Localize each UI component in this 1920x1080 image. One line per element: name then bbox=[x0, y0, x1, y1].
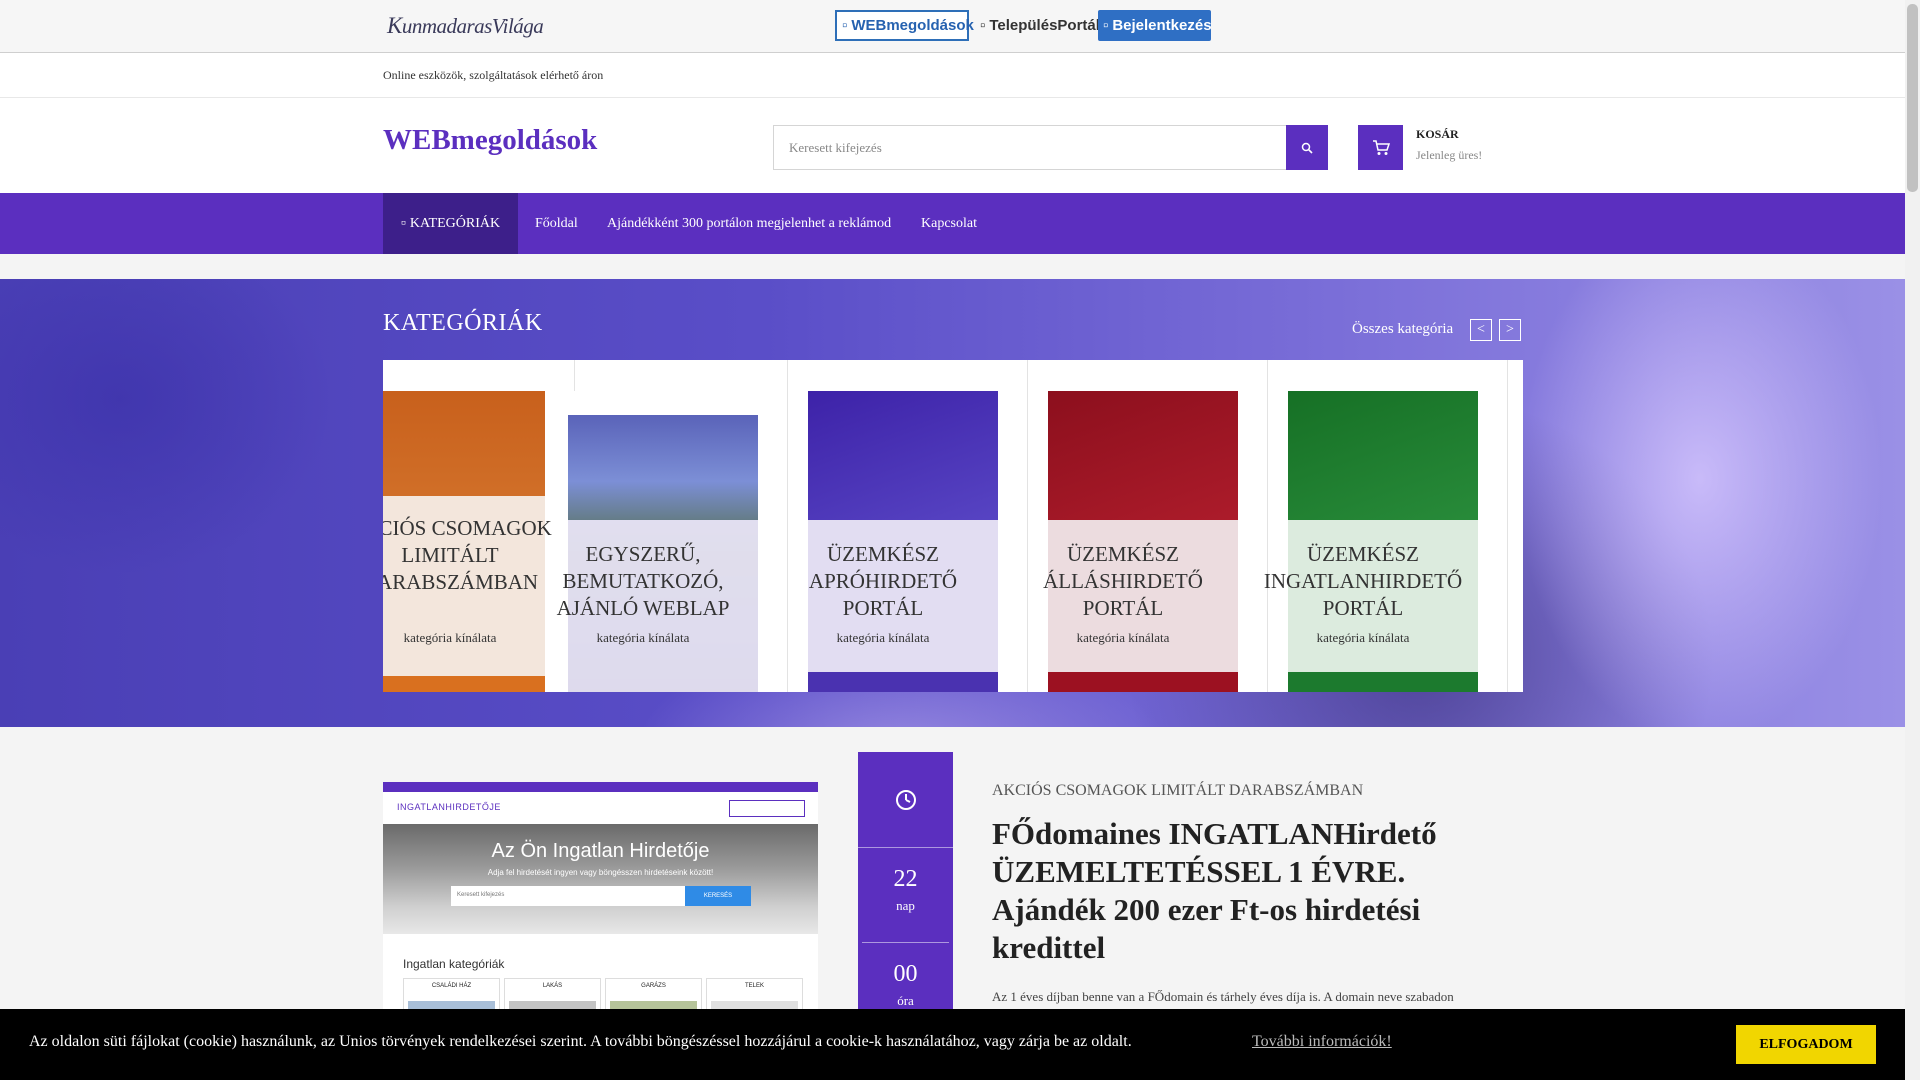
category-title: ÜZEMKÉSZ INGATLANHIRDETŐ PORTÁL bbox=[1263, 542, 1463, 620]
screenshot-hero-text: Az Ön Ingatlan Hirdetője bbox=[491, 840, 710, 862]
main-nav: ▫ KATEGÓRIÁK Főoldal Ajándékként 300 port… bbox=[0, 193, 1905, 254]
screenshot-header: INGATLANHIRDETŐJE bbox=[383, 792, 818, 825]
search-input[interactable] bbox=[773, 125, 1287, 170]
promo-category[interactable]: AKCIÓS CSOMAGOK LIMITÁLT DARABSZÁMBAN bbox=[992, 782, 1363, 800]
screenshot-category-label: GARÁZS bbox=[641, 983, 666, 989]
screenshot-search-placeholder: Keresett kifejezés bbox=[457, 892, 505, 898]
box-icon: ▫ bbox=[980, 17, 986, 34]
countdown-days-value: 22 bbox=[893, 866, 918, 892]
category-subtitle: kategória kínálata bbox=[596, 630, 690, 645]
carousel-prev-button[interactable]: < bbox=[1470, 319, 1492, 341]
nav-item-home[interactable]: Főoldal bbox=[535, 193, 578, 254]
login-label: Bejelentkezés bbox=[1112, 17, 1212, 34]
nav-item-gift-ads[interactable]: Ajándékként 300 portálon megjelenhet a r… bbox=[607, 193, 891, 254]
cart-status: Jelenleg üres! bbox=[1416, 148, 1483, 162]
screenshot-category-label: LAKÁS bbox=[542, 983, 563, 989]
cart-icon bbox=[1372, 139, 1390, 155]
search-form bbox=[773, 125, 1328, 170]
telepulesportal-label: TelepülésPortál bbox=[989, 17, 1100, 34]
screenshot-search: Keresett kifejezés KERESÉS bbox=[451, 886, 751, 906]
screenshot-cta bbox=[729, 800, 805, 817]
category-carousel: AKCIÓS CSOMAGOK LIMITÁLT DARABSZÁMBAN ka… bbox=[383, 360, 1523, 692]
login-button[interactable]: ▫ Bejelentkezés bbox=[1098, 10, 1212, 41]
nav-item-contact[interactable]: Kapcsolat bbox=[921, 193, 977, 254]
category-title: ÜZEMKÉSZ ÁLLÁSHIRDETŐ PORTÁL bbox=[1043, 542, 1203, 620]
category-card-ingatlanhirdeto[interactable]: ÜZEMKÉSZ INGATLANHIRDETŐ PORTÁL kategóri… bbox=[1264, 360, 1508, 692]
screenshot-hero-sub: Adja fel hirdetését ingyen vagy böngéssz… bbox=[487, 868, 714, 877]
site-logo[interactable]: WEBmegoldások bbox=[383, 124, 597, 157]
box-icon: ▫ bbox=[1103, 17, 1109, 34]
categories-title: KATEGÓRIÁK bbox=[383, 310, 543, 336]
page-scrollbar[interactable] bbox=[1905, 0, 1920, 1080]
category-title: ÜZEMKÉSZ APRÓHIRDETŐ PORTÁL bbox=[808, 542, 958, 620]
screenshot-hero: Az Ön Ingatlan Hirdetője Adja fel hirdet… bbox=[383, 824, 818, 934]
category-subtitle: kategória kínálata bbox=[1316, 630, 1410, 645]
countdown-days: 22 nap bbox=[862, 848, 949, 943]
screenshot-section-title: Ingatlan kategóriák bbox=[403, 957, 505, 971]
search-icon bbox=[1301, 142, 1313, 154]
brand-name: unmadarasVilága bbox=[401, 14, 544, 38]
cookie-text: Az oldalon süti fájlokat (cookie) haszná… bbox=[29, 1033, 1132, 1050]
category-card-allashirdeto[interactable]: ÜZEMKÉSZ ÁLLÁSHIRDETŐ PORTÁL kategória k… bbox=[1028, 360, 1268, 692]
screenshot-category-label: TELEK bbox=[744, 983, 764, 989]
cart-title[interactable]: KOSÁR bbox=[1416, 127, 1459, 142]
webmegoldasok-button[interactable]: ▫ WEBmegoldások bbox=[835, 10, 974, 41]
screenshot-category-label: CSALÁDI HÁZ bbox=[431, 983, 472, 989]
nav-categories-button[interactable]: ▫ KATEGÓRIÁK bbox=[383, 193, 518, 254]
category-card-weblap[interactable]: EGYSZERŰ, BEMUTATKOZÓ, AJÁNLÓ WEBLAP kat… bbox=[548, 360, 788, 692]
webmegoldasok-label: WEBmegoldások bbox=[851, 17, 974, 34]
screenshot-search-button: KERESÉS bbox=[685, 886, 751, 906]
cart-button[interactable] bbox=[1358, 125, 1403, 170]
category-strip bbox=[808, 672, 998, 692]
telepulesportal-button[interactable]: ▫ TelepülésPortál bbox=[975, 10, 1100, 41]
site-brand[interactable]: KunmadarasVilága bbox=[387, 13, 544, 39]
carousel-next-button[interactable]: > bbox=[1499, 319, 1521, 341]
all-categories-link[interactable]: Összes kategória bbox=[1352, 321, 1453, 338]
category-strip bbox=[383, 676, 545, 692]
tagline: Online eszközök, szolgáltatások elérhető… bbox=[383, 68, 604, 82]
countdown-hours-value: 00 bbox=[893, 961, 918, 987]
category-strip bbox=[1048, 672, 1238, 692]
promo-title[interactable]: FŐdomaines INGATLANHirdető ÜZEMELTETÉSSE… bbox=[992, 815, 1512, 967]
category-title: EGYSZERŰ, BEMUTATKOZÓ, AJÁNLÓ WEBLAP bbox=[556, 542, 730, 620]
brand-initial: K bbox=[387, 13, 402, 38]
countdown-hours-unit: óra bbox=[897, 993, 914, 1008]
category-strip bbox=[1288, 672, 1478, 692]
search-button[interactable] bbox=[1286, 125, 1328, 170]
promo-description: Az 1 éves díjban benne van a FŐdomain és… bbox=[992, 989, 1454, 1004]
countdown-days-unit: nap bbox=[896, 898, 915, 913]
screenshot-topbar bbox=[383, 782, 818, 792]
category-card-aprohirdeto[interactable]: ÜZEMKÉSZ APRÓHIRDETŐ PORTÁL kategória kí… bbox=[788, 360, 1028, 692]
category-subtitle: kategória kínálata bbox=[1076, 630, 1170, 645]
scrollbar-thumb[interactable] bbox=[1907, 4, 1918, 192]
category-subtitle: kategória kínálata bbox=[836, 630, 930, 645]
menu-icon: ▫ bbox=[400, 215, 406, 231]
cookie-more-info-link[interactable]: További információk! bbox=[1252, 1033, 1392, 1051]
screenshot-site-title: INGATLANHIRDETŐJE bbox=[397, 802, 501, 812]
cookie-accept-button[interactable]: ELFOGADOM bbox=[1736, 1025, 1876, 1064]
clock-icon bbox=[858, 752, 953, 848]
box-icon: ▫ bbox=[842, 17, 848, 34]
nav-categories-label: KATEGÓRIÁK bbox=[409, 215, 501, 231]
tagline-bar bbox=[0, 53, 1905, 98]
